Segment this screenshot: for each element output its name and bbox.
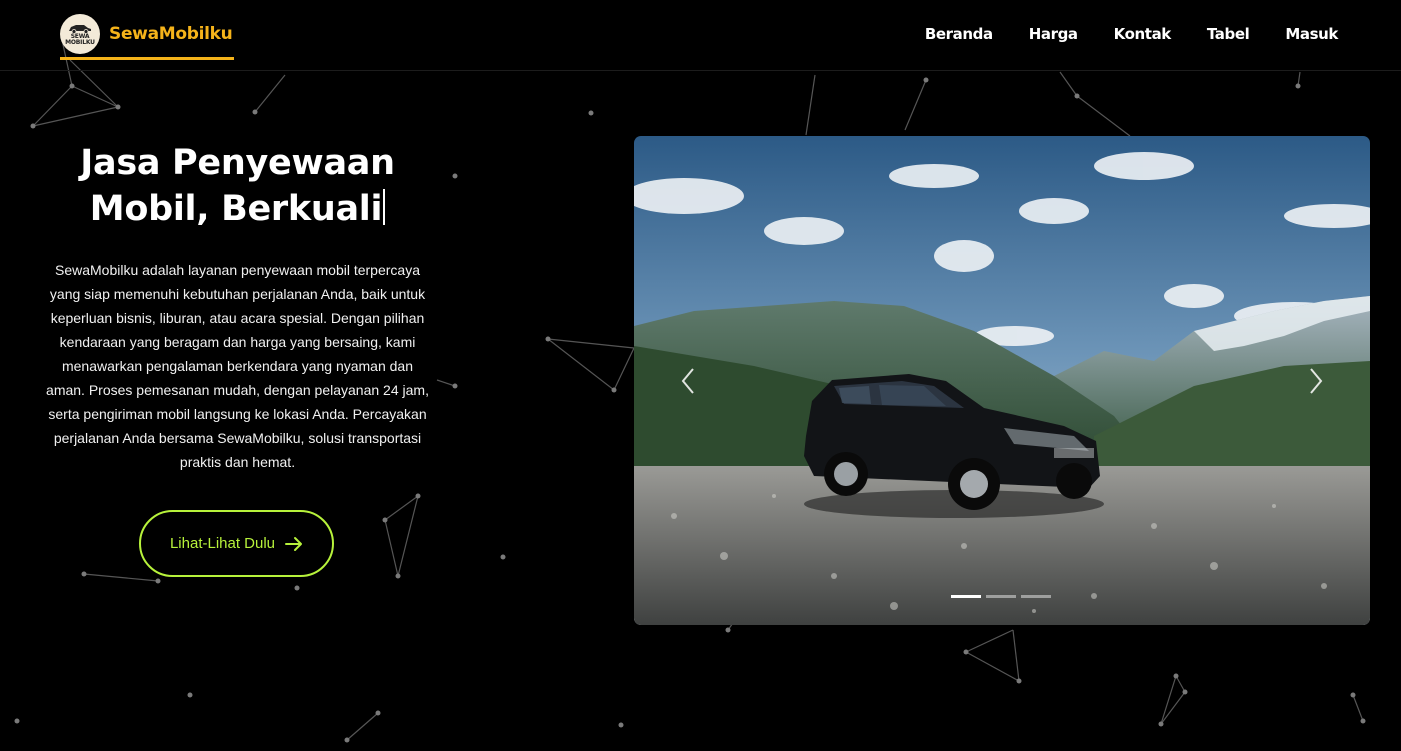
- nav-link-tabel[interactable]: Tabel: [1207, 25, 1250, 43]
- hero-title-line1: Jasa Penyewaan: [80, 143, 395, 183]
- hero-title-line2: Mobil, Berkuali: [89, 189, 383, 229]
- nav-link-kontak[interactable]: Kontak: [1114, 25, 1172, 43]
- hero-section: Jasa Penyewaan Mobil, Berkuali SewaMobil…: [40, 140, 435, 577]
- carousel-slide-image: [634, 136, 1370, 625]
- chevron-left-icon: [681, 368, 694, 394]
- cta-label: Lihat-Lihat Dulu: [169, 535, 276, 552]
- carousel-indicator-2[interactable]: [986, 595, 1016, 598]
- brand-link[interactable]: SEWA MOBILKU SewaMobilku: [60, 11, 235, 60]
- carousel-next-button[interactable]: [1296, 356, 1336, 406]
- navbar: SEWA MOBILKU SewaMobilku Beranda Harga K…: [0, 0, 1401, 71]
- hero-title: Jasa Penyewaan Mobil, Berkuali: [40, 140, 435, 232]
- carousel-indicator-3[interactable]: [1021, 595, 1051, 598]
- typing-cursor: [383, 189, 386, 225]
- carousel-indicators: [951, 595, 1051, 598]
- carousel-prev-button[interactable]: [668, 356, 708, 406]
- nav-link-beranda[interactable]: Beranda: [925, 25, 993, 43]
- arrow-right-icon: [285, 536, 303, 551]
- brand-logo: SEWA MOBILKU: [60, 14, 100, 54]
- nav-menu: Beranda Harga Kontak Tabel Masuk: [925, 24, 1339, 43]
- cta-button[interactable]: Lihat-Lihat Dulu: [139, 510, 334, 577]
- nav-link-harga[interactable]: Harga: [1029, 25, 1078, 43]
- carousel-indicator-1[interactable]: [951, 595, 981, 598]
- brand-name: SewaMobilku: [109, 24, 233, 44]
- hero-description: SewaMobilku adalah layanan penyewaan mob…: [46, 262, 429, 470]
- image-carousel: [634, 136, 1370, 625]
- nav-link-masuk[interactable]: Masuk: [1285, 25, 1338, 43]
- logo-text-line2: MOBILKU: [65, 39, 95, 46]
- chevron-right-icon: [1310, 368, 1323, 394]
